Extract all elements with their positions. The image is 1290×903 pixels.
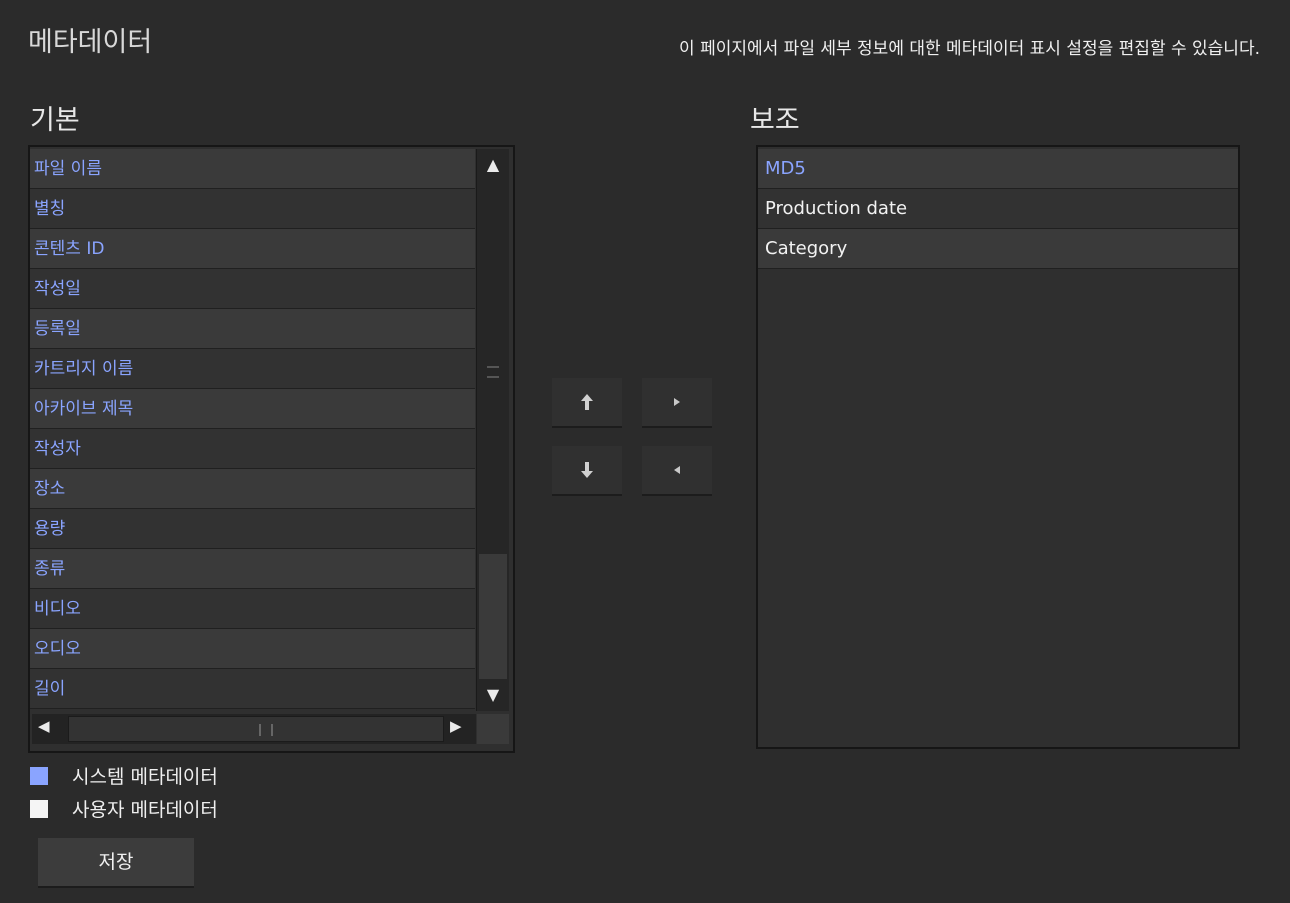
list-item[interactable]: 장소: [30, 469, 475, 509]
scroll-up-icon[interactable]: ▲: [477, 151, 509, 179]
horizontal-scrollbar[interactable]: ◀ ▶: [32, 714, 476, 744]
list-item[interactable]: 비디오: [30, 589, 475, 629]
list-item[interactable]: 길이: [30, 669, 475, 709]
move-to-secondary-button[interactable]: [642, 378, 712, 428]
list-item[interactable]: 파일 이름: [30, 149, 475, 189]
move-right-icon: [674, 398, 680, 406]
system-color-swatch: [30, 766, 48, 785]
horizontal-scroll-thumb[interactable]: [68, 716, 444, 742]
vertical-scrollbar[interactable]: ▲ ▼: [476, 149, 509, 711]
scroll-grip-icon: [487, 366, 499, 378]
scroll-corner: [477, 714, 509, 744]
scroll-left-icon[interactable]: ◀: [38, 717, 50, 735]
save-button[interactable]: 저장: [38, 838, 194, 888]
scroll-thumb[interactable]: [479, 554, 507, 679]
primary-metadata-list[interactable]: 파일 이름 별칭 콘텐츠 ID 작성일 등록일 카트리지 이름 아카이브 제목 작성자 장소 용량…: [28, 145, 515, 753]
page-title: 메타데이터: [28, 27, 153, 58]
list-item[interactable]: 등록일: [30, 309, 475, 349]
arrow-up-icon: [581, 394, 593, 410]
list-item[interactable]: 카트리지 이름: [30, 349, 475, 389]
primary-section-label: 기본: [30, 105, 80, 136]
list-item[interactable]: 아카이브 제목: [30, 389, 475, 429]
scroll-down-icon[interactable]: ▼: [477, 681, 509, 709]
list-item[interactable]: 작성일: [30, 269, 475, 309]
scroll-right-icon[interactable]: ▶: [450, 717, 462, 735]
horizontal-grip-icon: [259, 724, 273, 736]
list-item[interactable]: 오디오: [30, 629, 475, 669]
arrow-down-icon: [581, 462, 593, 478]
legend-system: 시스템 메타데이터: [30, 762, 218, 789]
legend-system-label: 시스템 메타데이터: [72, 766, 218, 788]
move-left-icon: [674, 466, 680, 474]
legend-user: 사용자 메타데이터: [30, 795, 218, 822]
move-up-button[interactable]: [552, 378, 622, 428]
page-description: 이 페이지에서 파일 세부 정보에 대한 메타데이터 표시 설정을 편집할 수 …: [679, 39, 1260, 59]
list-item[interactable]: 콘텐츠 ID: [30, 229, 475, 269]
list-item[interactable]: Production date: [758, 189, 1238, 229]
list-item[interactable]: 별칭: [30, 189, 475, 229]
list-item[interactable]: MD5: [758, 149, 1238, 189]
list-item[interactable]: 용량: [30, 509, 475, 549]
list-item[interactable]: 종류: [30, 549, 475, 589]
list-item[interactable]: 작성자: [30, 429, 475, 469]
list-item[interactable]: Category: [758, 229, 1238, 269]
secondary-rows: MD5 Production date Category: [758, 149, 1238, 269]
move-down-button[interactable]: [552, 446, 622, 496]
secondary-metadata-list[interactable]: MD5 Production date Category: [756, 145, 1240, 749]
legend-user-label: 사용자 메타데이터: [72, 799, 218, 821]
move-to-primary-button[interactable]: [642, 446, 712, 496]
user-color-swatch: [30, 799, 48, 818]
secondary-section-label: 보조: [750, 105, 800, 136]
primary-rows: 파일 이름 별칭 콘텐츠 ID 작성일 등록일 카트리지 이름 아카이브 제목 작성자 장소 용량…: [30, 149, 475, 709]
